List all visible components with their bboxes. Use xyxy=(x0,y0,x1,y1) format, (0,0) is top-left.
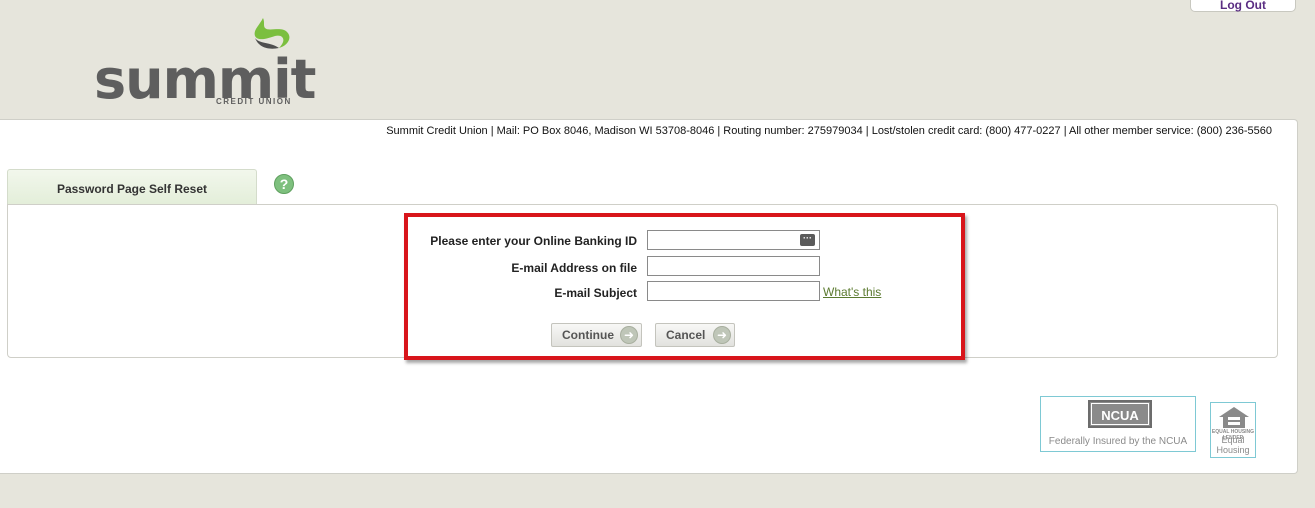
ncua-text: Federally Insured by the NCUA xyxy=(1048,436,1188,447)
equal-housing-text: Equal Housing xyxy=(1211,435,1255,455)
contact-info-bar: Summit Credit Union | Mail: PO Box 8046,… xyxy=(386,125,1272,137)
equal-housing-badge[interactable]: EQUAL HOUSING LENDER Equal Housing xyxy=(1210,402,1256,458)
equal-housing-line2: Housing xyxy=(1216,445,1250,455)
tab-password-self-reset[interactable]: Password Page Self Reset xyxy=(7,169,257,205)
equal-housing-line1: Equal xyxy=(1221,435,1245,445)
ncua-logo: NCUA xyxy=(1088,400,1152,428)
ncua-badge[interactable]: NCUA Federally Insured by the NCUA xyxy=(1040,396,1196,452)
help-icon[interactable]: ? xyxy=(274,174,294,194)
summit-logo[interactable]: summit CREDIT UNION xyxy=(92,14,316,114)
logout-button[interactable]: Log Out xyxy=(1190,0,1296,12)
logo-subtext: CREDIT UNION xyxy=(216,97,292,106)
red-highlight-box xyxy=(404,213,965,360)
house-icon xyxy=(1219,407,1249,428)
